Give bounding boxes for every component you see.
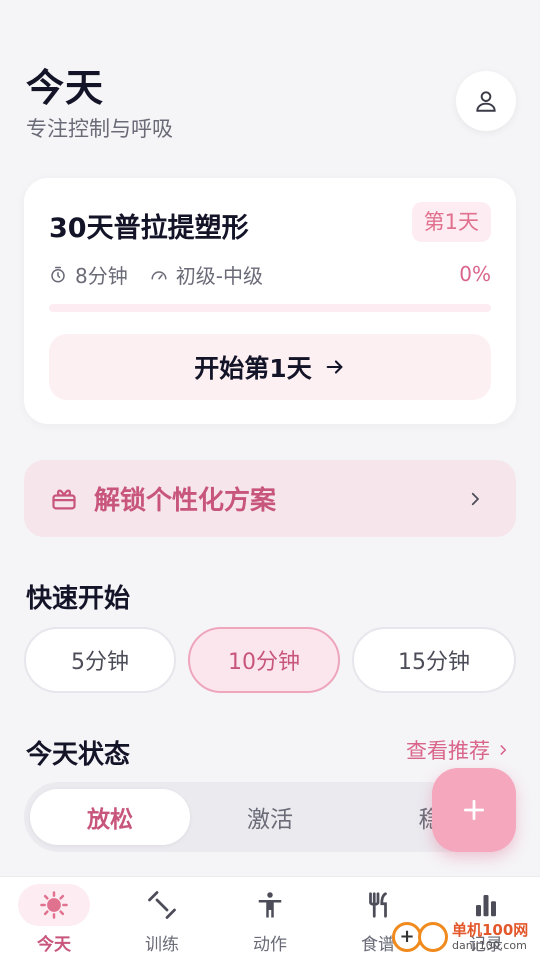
timer-icon (51, 266, 65, 282)
watermark-circle-icon (418, 922, 448, 952)
duration-meta: 8分钟 (49, 260, 128, 289)
see-recommendations-link[interactable]: 查看推荐 (406, 735, 510, 765)
chevron-right-icon (471, 492, 479, 505)
quick-start-5min[interactable]: 5分钟 (24, 627, 176, 693)
tab-today-label: 今天 (37, 935, 71, 955)
quick-start-title: 快速开始 (26, 584, 131, 614)
quick-start-options: 5分钟 10分钟 15分钟 (24, 627, 516, 693)
progress-percent: 0% (459, 262, 491, 286)
chevron-right-icon (500, 745, 507, 755)
status-activate[interactable]: 激活 (190, 789, 350, 845)
watermark-name: 单机100网 (452, 921, 529, 939)
day-badge: 第1天 (411, 202, 491, 242)
watermark-url: danji100.com (452, 939, 527, 952)
tab-training-label: 训练 (145, 935, 179, 955)
progress-bar (49, 304, 491, 312)
unlock-plan-label: 解锁个性化方案 (94, 486, 277, 516)
tab-moves-label: 动作 (253, 935, 287, 955)
page-subtitle: 专注控制与呼吸 (26, 117, 173, 141)
dumbbell-icon (148, 891, 176, 919)
person-stretch-icon (258, 892, 282, 918)
quick-start-15min[interactable]: 15分钟 (352, 627, 516, 693)
level-meta: 初级-中级 (150, 260, 263, 289)
quick-start-10min[interactable]: 10分钟 (188, 627, 340, 693)
gauge-icon (151, 270, 167, 279)
duration-label: 8分钟 (75, 264, 128, 288)
page-title: 今天 (26, 66, 105, 110)
tab-moves[interactable]: 动作 (216, 877, 324, 960)
plus-icon (463, 799, 485, 821)
tab-today[interactable]: 今天 (0, 877, 108, 960)
profile-button[interactable] (456, 71, 516, 131)
arrow-right-icon (326, 360, 343, 374)
status-relax[interactable]: 放松 (30, 789, 190, 845)
page-header: 今天 专注控制与呼吸 (26, 64, 173, 142)
today-status-title: 今天状态 (26, 740, 131, 770)
start-day-label: 开始第1天 (194, 354, 312, 383)
plan-title: 30天普拉提塑形 (49, 213, 249, 244)
user-icon (476, 91, 496, 112)
start-day-button[interactable]: 开始第1天 (49, 334, 491, 400)
site-watermark: + 单机100网 danji100.com (392, 914, 538, 960)
sun-icon (40, 891, 68, 919)
tab-recipes-label: 食谱 (361, 935, 395, 955)
plan-card[interactable]: 30天普拉提塑形 第1天 8分钟 初级-中级 0% 开始第1天 (24, 178, 516, 424)
see-recommendations-label: 查看推荐 (406, 739, 490, 763)
unlock-plan-banner[interactable]: 解锁个性化方案 (24, 460, 516, 537)
tab-training[interactable]: 训练 (108, 877, 216, 960)
add-fab-button[interactable] (432, 768, 516, 852)
plan-meta: 8分钟 初级-中级 (49, 260, 285, 289)
gift-icon (52, 489, 76, 509)
fork-knife-icon (369, 892, 387, 918)
level-label: 初级-中级 (175, 264, 263, 288)
